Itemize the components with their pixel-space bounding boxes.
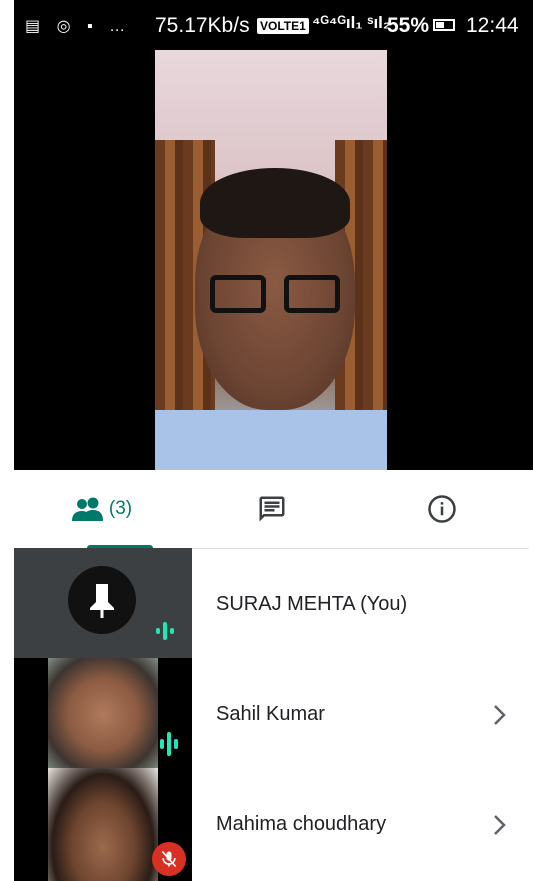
participant-name: SURAJ MEHTA (You) xyxy=(216,593,408,615)
people-icon xyxy=(71,497,103,521)
notification-icons: ▤ ◎ ▪ … xyxy=(25,18,132,35)
battery-icon xyxy=(433,19,455,31)
speaker-glasses xyxy=(210,275,340,317)
signal-icon: ⁴ᴳ⁴ᴳıl₁ ˢıl₂ xyxy=(312,13,391,32)
participant-name: Sahil Kumar xyxy=(216,703,325,725)
main-video-feed[interactable] xyxy=(155,50,387,470)
speaker-hair xyxy=(200,168,350,238)
tab-chat[interactable] xyxy=(204,470,339,548)
participant-video xyxy=(48,768,158,881)
tab-people[interactable]: (3) xyxy=(34,470,169,549)
video-area xyxy=(0,0,533,470)
chevron-right-icon[interactable] xyxy=(493,768,507,881)
volte-badge: VOLTE1 xyxy=(257,18,309,34)
info-icon xyxy=(427,495,456,523)
participant-row[interactable]: SURAJ MEHTA (You) xyxy=(14,548,529,661)
participant-count: (3) xyxy=(108,498,133,519)
participant-name: Mahima choudhary xyxy=(216,813,387,835)
battery-percent: 55% xyxy=(387,14,430,37)
speaking-indicator-icon xyxy=(160,732,178,756)
participant-video xyxy=(48,658,158,771)
tab-bar: (3) xyxy=(14,470,529,549)
speaker-shirt xyxy=(155,410,387,470)
chevron-right-icon[interactable] xyxy=(493,658,507,771)
status-bar: ▤ ◎ ▪ … 75.17Kb/s VOLTE1 ⁴ᴳ⁴ᴳıl₁ ˢıl₂ 55… xyxy=(0,0,533,50)
tab-info[interactable] xyxy=(374,470,509,548)
clock: 12:44 xyxy=(466,14,519,37)
mic-off-icon xyxy=(152,842,186,876)
participant-thumbnail xyxy=(14,768,192,881)
bell-icon xyxy=(90,584,114,618)
participant-row[interactable]: Sahil Kumar xyxy=(14,658,529,771)
participant-thumbnail xyxy=(14,548,192,661)
participant-thumbnail xyxy=(14,658,192,771)
chat-icon xyxy=(259,496,284,522)
speaking-indicator-icon xyxy=(156,622,174,640)
participant-row[interactable]: Mahima choudhary xyxy=(14,768,529,881)
network-speed: 75.17Kb/s xyxy=(155,14,250,37)
avatar xyxy=(68,566,136,634)
